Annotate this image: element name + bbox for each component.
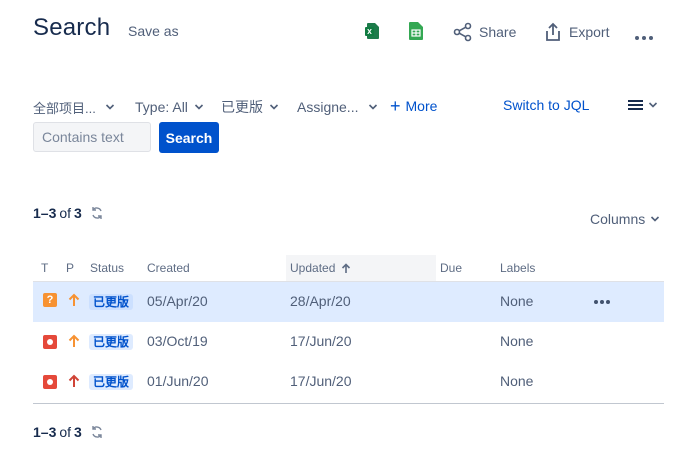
chevron-down-icon xyxy=(105,104,115,110)
labels-cell: None xyxy=(500,293,534,309)
more-filters-label: More xyxy=(405,98,438,114)
table-row[interactable]: ? 已更版 05/Apr/20 28/Apr/20 None xyxy=(33,282,664,322)
priority-medium-icon xyxy=(68,293,80,306)
footer-total: 3 xyxy=(74,424,82,440)
col-header-updated[interactable]: Updated xyxy=(290,261,351,275)
chevron-down-icon xyxy=(648,102,658,108)
priority-medium-icon xyxy=(68,334,80,347)
more-filters-button[interactable]: + More xyxy=(390,96,437,116)
export-button[interactable]: Export xyxy=(544,22,609,42)
chevron-down-icon xyxy=(651,216,660,222)
table-bottom-divider xyxy=(33,403,664,404)
chevron-down-icon xyxy=(194,104,203,110)
project-filter-label: 全部项目... xyxy=(33,100,95,116)
priority-high-icon xyxy=(68,374,80,387)
row-actions-icon[interactable] xyxy=(593,299,611,305)
page-title: Search xyxy=(33,14,111,41)
footer-range: 1–3 xyxy=(33,424,57,440)
switch-to-jql-link[interactable]: Switch to JQL xyxy=(503,97,589,113)
view-options-button[interactable] xyxy=(628,99,658,111)
project-filter[interactable]: 全部项目... xyxy=(33,97,115,117)
save-as-button[interactable]: Save as xyxy=(128,23,179,39)
excel-icon xyxy=(365,23,379,39)
export-label: Export xyxy=(569,24,610,40)
more-icon xyxy=(635,36,653,40)
status-badge: 已更版 xyxy=(89,333,134,351)
columns-button[interactable]: Columns xyxy=(590,211,660,227)
updated-date: 17/Jun/20 xyxy=(290,373,352,389)
col-header-type[interactable]: T xyxy=(41,261,48,275)
created-date: 05/Apr/20 xyxy=(147,293,208,309)
refresh-icon[interactable] xyxy=(90,206,104,220)
result-count: 1–3 of 3 xyxy=(33,205,104,221)
plus-icon: + xyxy=(390,96,401,116)
col-header-updated-label: Updated xyxy=(290,261,336,275)
type-filter[interactable]: Type: All xyxy=(135,97,204,117)
col-header-status[interactable]: Status xyxy=(90,261,124,275)
export-sheets-button[interactable] xyxy=(409,22,423,40)
col-header-labels[interactable]: Labels xyxy=(500,261,535,275)
share-icon xyxy=(453,22,472,42)
created-date: 01/Jun/20 xyxy=(147,373,209,389)
assignee-filter[interactable]: Assigne... xyxy=(297,97,378,117)
assignee-filter-label: Assigne... xyxy=(297,99,359,115)
share-button[interactable]: Share xyxy=(453,22,516,42)
columns-label: Columns xyxy=(590,211,646,227)
sheets-icon xyxy=(409,22,423,40)
table-row[interactable]: 已更版 03/Oct/19 17/Jun/20 None xyxy=(33,322,664,362)
labels-cell: None xyxy=(500,333,534,349)
col-header-due[interactable]: Due xyxy=(440,261,462,275)
status-filter-label: 已更版 xyxy=(221,99,263,115)
bug-icon xyxy=(43,375,57,389)
chevron-down-icon xyxy=(369,104,378,110)
export-icon xyxy=(546,22,560,41)
result-of: of xyxy=(59,205,72,221)
created-date: 03/Oct/19 xyxy=(147,333,208,349)
share-label: Share xyxy=(479,24,517,40)
question-icon: ? xyxy=(43,293,57,307)
export-excel-button[interactable] xyxy=(365,22,381,40)
chevron-down-icon xyxy=(269,104,279,110)
search-input[interactable] xyxy=(33,122,151,152)
bug-icon xyxy=(43,335,57,349)
status-badge: 已更版 xyxy=(89,293,134,311)
footer-of: of xyxy=(59,424,72,440)
labels-cell: None xyxy=(500,373,534,389)
more-actions-button[interactable] xyxy=(634,28,654,46)
table-row[interactable]: 已更版 01/Jun/20 17/Jun/20 None xyxy=(33,362,664,402)
footer-result-count: 1–3 of 3 xyxy=(33,424,104,440)
col-header-created[interactable]: Created xyxy=(147,261,190,275)
updated-date: 28/Apr/20 xyxy=(290,293,351,309)
status-badge: 已更版 xyxy=(89,373,134,391)
result-range: 1–3 xyxy=(33,205,57,221)
sort-ascending-icon xyxy=(342,262,351,273)
search-button[interactable]: Search xyxy=(159,122,219,153)
status-filter[interactable]: 已更版 xyxy=(221,97,279,117)
updated-date: 17/Jun/20 xyxy=(290,333,352,349)
list-view-icon xyxy=(628,100,643,110)
refresh-icon[interactable] xyxy=(90,425,104,439)
result-total: 3 xyxy=(74,205,82,221)
type-filter-label: Type: All xyxy=(135,99,188,115)
col-header-priority[interactable]: P xyxy=(66,261,74,275)
